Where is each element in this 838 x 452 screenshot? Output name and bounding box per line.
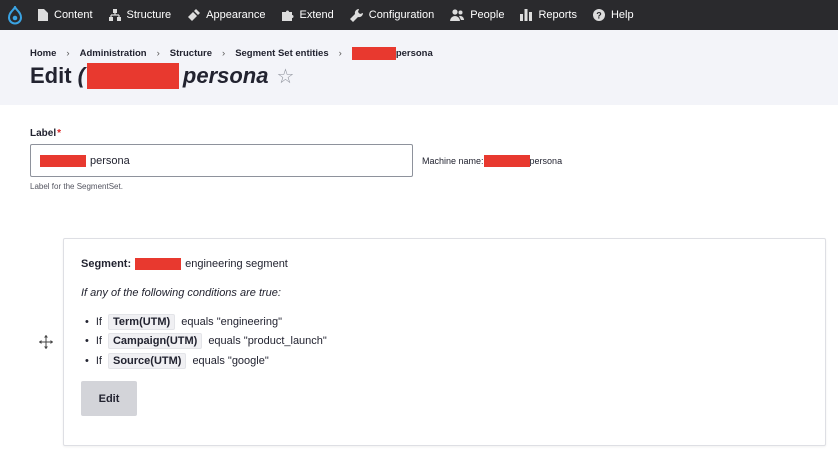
- label-input[interactable]: persona: [30, 144, 413, 177]
- toolbar-item-people[interactable]: People: [442, 0, 512, 30]
- condition-prefix: If: [95, 335, 102, 348]
- bullet: •: [85, 335, 89, 348]
- required-mark: *: [57, 128, 62, 139]
- toolbar-item-label: Content: [54, 9, 93, 21]
- machine-name: Machine name: persona: [422, 155, 562, 167]
- list-item: • If Campaign(UTM) equals "product_launc…: [85, 332, 327, 352]
- condition-list: • If Term(UTM) equals "engineering" • If…: [85, 312, 327, 371]
- condition-field: Source(UTM): [107, 352, 187, 369]
- condition-field: Campaign(UTM): [107, 333, 203, 350]
- toolbar-item-label: Configuration: [368, 9, 435, 21]
- breadcrumb-separator: ›: [338, 48, 342, 59]
- label-text: Label: [30, 128, 57, 139]
- bullet: •: [85, 354, 89, 367]
- label-description: Label for the SegmentSet.: [30, 182, 123, 191]
- breadcrumb-separator: ›: [156, 48, 160, 59]
- toolbar-item-label: People: [470, 9, 505, 21]
- drag-handle-icon[interactable]: [38, 334, 54, 350]
- redaction: [351, 47, 396, 60]
- breadcrumb-structure[interactable]: Structure: [170, 48, 212, 59]
- page-title: Edit ( persona ☆: [30, 63, 294, 89]
- redaction: [483, 155, 530, 167]
- edit-segment-button[interactable]: Edit: [81, 381, 137, 416]
- condition-field: Term(UTM): [107, 313, 176, 330]
- puzzle-icon: [281, 10, 293, 21]
- list-item: • If Term(UTM) equals "engineering": [85, 312, 327, 332]
- toolbar-item-label: Structure: [126, 9, 172, 21]
- toolbar-item-content[interactable]: Content: [30, 0, 101, 30]
- admin-toolbar: Content Structure Appearance Extend Conf…: [0, 0, 838, 30]
- segment-title-name: engineering segment: [185, 258, 288, 270]
- segment-title: Segment: engineering segment: [81, 258, 288, 270]
- condition-text: equals "engineering": [181, 315, 282, 328]
- toolbar-item-structure[interactable]: Structure: [101, 0, 180, 30]
- people-icon: [450, 9, 465, 21]
- wrench-icon: [349, 8, 363, 22]
- help-icon: ?: [592, 9, 605, 21]
- toolbar-item-extend[interactable]: Extend: [274, 0, 342, 30]
- condition-text: equals "google": [192, 354, 269, 367]
- segment-title-label: Segment:: [81, 258, 132, 270]
- segment-intro: If any of the following conditions are t…: [81, 287, 281, 299]
- page-title-paren: (: [77, 63, 85, 88]
- condition-prefix: If: [95, 315, 102, 328]
- toolbar-item-appearance[interactable]: Appearance: [179, 0, 273, 30]
- toolbar-item-reports[interactable]: Reports: [512, 0, 585, 30]
- toolbar-item-label: Appearance: [206, 9, 266, 21]
- page-title-suffix: persona: [182, 63, 269, 88]
- redaction: [135, 258, 182, 270]
- brush-icon: [188, 8, 201, 21]
- page-header: Home › Administration › Structure › Segm…: [0, 30, 838, 105]
- toolbar-item-label: Help: [610, 9, 634, 21]
- machine-name-value: persona: [529, 156, 563, 166]
- favorite-star-icon[interactable]: ☆: [276, 64, 294, 89]
- toolbar-item-configuration[interactable]: Configuration: [342, 0, 442, 30]
- toolbar-item-label: Extend: [299, 9, 334, 21]
- toolbar-item-help[interactable]: ? Help: [585, 0, 642, 30]
- bar-chart-icon: [520, 9, 533, 21]
- svg-text:?: ?: [596, 10, 602, 20]
- condition-text: equals "product_launch": [208, 335, 327, 348]
- list-item: • If Source(UTM) equals "google": [85, 351, 327, 371]
- breadcrumb-segment-set-entities[interactable]: Segment Set entities: [235, 48, 328, 59]
- breadcrumb-home[interactable]: Home: [30, 48, 56, 59]
- condition-prefix: If: [95, 354, 102, 367]
- drupal-logo-icon[interactable]: [0, 0, 30, 30]
- breadcrumb-current: persona: [395, 48, 433, 59]
- segment-card: Segment: engineering segment If any of t…: [63, 238, 826, 446]
- machine-name-label: Machine name:: [422, 156, 484, 166]
- label-field-label: Label*: [30, 128, 61, 139]
- bullet: •: [85, 315, 89, 328]
- file-icon: [38, 9, 48, 21]
- breadcrumb-separator: ›: [222, 48, 226, 59]
- sitemap-icon: [108, 9, 121, 21]
- breadcrumb-administration[interactable]: Administration: [80, 48, 147, 59]
- toolbar-item-label: Reports: [538, 9, 577, 21]
- breadcrumb-separator: ›: [66, 48, 70, 59]
- redaction: [40, 154, 86, 167]
- breadcrumb: Home › Administration › Structure › Segm…: [30, 47, 433, 60]
- redaction: [86, 63, 179, 89]
- label-input-value: persona: [90, 154, 130, 167]
- page-title-prefix: Edit: [30, 63, 72, 88]
